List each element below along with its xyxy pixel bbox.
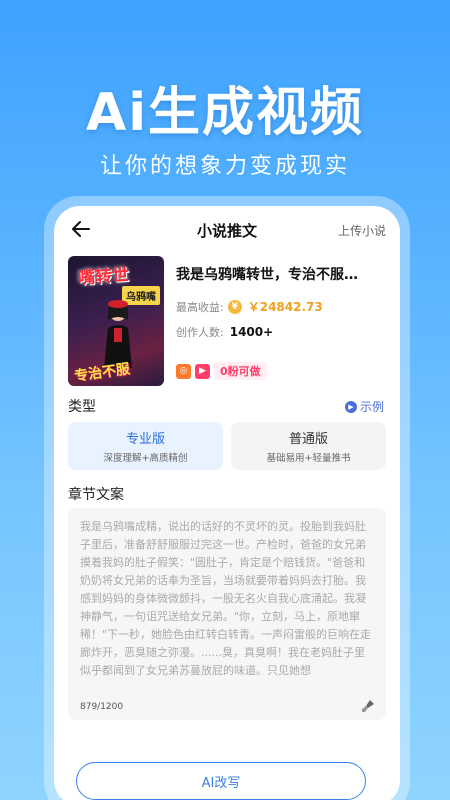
platform-a-icon: ◎ xyxy=(176,363,191,379)
coin-icon: ¥ xyxy=(227,299,242,314)
phone-screen: 小说推文 上传小说 嘴转世 乌鸦嘴 专治不服 我是乌鸦嘴转世，专治不服… 最高收… xyxy=(54,206,400,800)
version-selector: 专业版 深度理解+高质精创 普通版 基础易用+轻量推书 xyxy=(54,418,400,474)
version-basic-desc: 基础易用+轻量推书 xyxy=(266,453,351,464)
chapter-content: 我是乌鸦嘴成精，说出的话好的不灵坏的灵。投胎到我妈肚子里后，准备舒舒服服过完这一… xyxy=(80,520,372,677)
chapter-label: 章节文案 xyxy=(68,487,124,503)
chapter-section-header: 章节文案 xyxy=(54,474,400,508)
earnings-row: 最高收益: ¥ ￥24842.73 xyxy=(176,298,323,315)
novel-card[interactable]: 嘴转世 乌鸦嘴 专治不服 我是乌鸦嘴转世，专治不服… 最高收益: ¥ ￥2484… xyxy=(54,250,400,390)
version-pro-name: 专业版 xyxy=(125,432,165,447)
zero-fans-badge: 0粉可做 xyxy=(214,362,267,380)
cover-title: 嘴转世 xyxy=(77,265,130,289)
nav-bar: 小说推文 上传小说 xyxy=(54,210,400,250)
promo-title: Ai生成视频 xyxy=(85,83,365,143)
character-counter: 879/1200 xyxy=(80,702,124,712)
platform-badges: ◎ ▶ 0粉可做 xyxy=(176,362,267,380)
brush-clear-icon[interactable] xyxy=(360,698,376,714)
novel-cover-image[interactable]: 嘴转世 乌鸦嘴 专治不服 xyxy=(68,256,164,386)
chapter-textarea[interactable]: 我是乌鸦嘴成精，说出的话好的不灵坏的灵。投胎到我妈肚子里后，准备舒舒服服过完这一… xyxy=(68,508,386,720)
version-pro-option[interactable]: 专业版 深度理解+高质精创 xyxy=(68,422,223,470)
example-label: 示例 xyxy=(359,400,384,414)
promo-subtitle: 让你的想象力变成现实 xyxy=(99,154,350,179)
type-section-header: 类型 ▶ 示例 xyxy=(54,390,400,418)
cover-bottom-text: 专治不服 xyxy=(73,361,131,385)
play-icon: ▶ xyxy=(344,400,357,413)
novel-title: 我是乌鸦嘴转世，专治不服… xyxy=(176,267,358,283)
cover-figure-icon xyxy=(104,300,132,368)
example-link[interactable]: ▶ 示例 xyxy=(344,398,384,415)
version-basic-option[interactable]: 普通版 基础易用+轻量推书 xyxy=(231,422,386,470)
creators-value: 1400+ xyxy=(229,325,274,339)
upload-novel-link[interactable]: 上传小说 xyxy=(338,222,386,239)
ai-rewrite-button[interactable]: AI改写 xyxy=(76,762,366,800)
creators-row: 创作人数: 1400+ xyxy=(176,324,273,340)
earnings-label: 最高收益: xyxy=(176,300,224,314)
platform-b-icon: ▶ xyxy=(195,363,210,379)
creators-label: 创作人数: xyxy=(176,326,224,339)
version-basic-name: 普通版 xyxy=(288,432,328,447)
earnings-value: ￥24842.73 xyxy=(247,300,323,314)
version-pro-desc: 深度理解+高质精创 xyxy=(103,453,188,464)
type-label: 类型 xyxy=(68,399,96,415)
